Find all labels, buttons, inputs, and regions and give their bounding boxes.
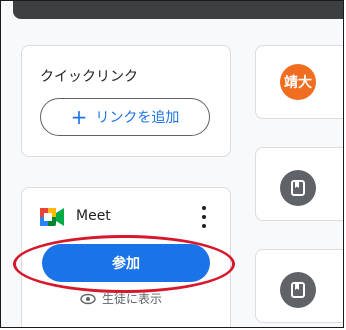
- eye-icon: [80, 293, 96, 304]
- meet-card: Meet 参加 生徒に表示: [21, 187, 231, 327]
- add-link-button[interactable]: + リンクを追加: [40, 98, 210, 136]
- visibility-label: 生徒に表示: [102, 292, 163, 306]
- class-banner: [13, 1, 343, 19]
- add-link-label: リンクを追加: [95, 110, 180, 126]
- stream-post[interactable]: [255, 147, 343, 221]
- assignment-icon: [280, 170, 316, 206]
- assignment-icon: [280, 272, 316, 308]
- visible-to-students: 生徒に表示: [80, 290, 162, 307]
- stream-post[interactable]: 靖大: [255, 45, 343, 119]
- plus-icon: +: [70, 105, 88, 129]
- quick-links-card: クイックリンク + リンクを追加: [21, 45, 231, 157]
- avatar: 靖大: [280, 64, 316, 100]
- meet-label: Meet: [76, 208, 111, 224]
- join-label: 参加: [112, 256, 140, 272]
- classroom-stream-view: クイックリンク + リンクを追加 Meet 参加 生徒に表示 靖大: [0, 0, 344, 328]
- stream-post[interactable]: [255, 249, 343, 323]
- quick-links-title: クイックリンク: [40, 69, 138, 85]
- google-meet-icon: [40, 208, 64, 226]
- more-options-icon[interactable]: [200, 206, 208, 228]
- join-meet-button[interactable]: 参加: [42, 244, 210, 282]
